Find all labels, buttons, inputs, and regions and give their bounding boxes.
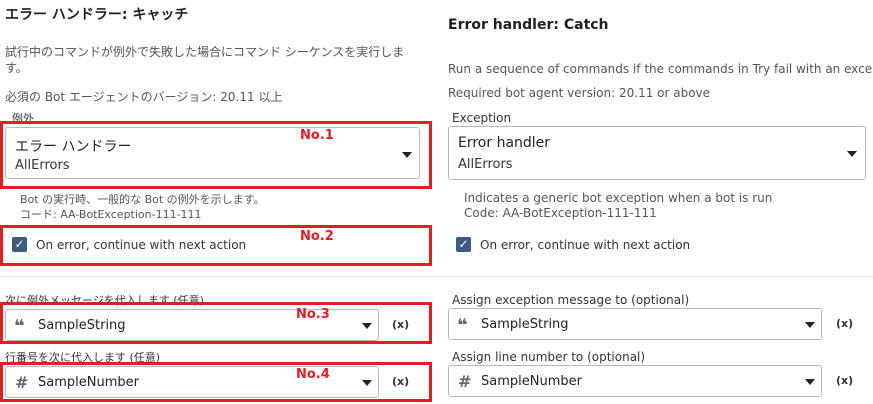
hint-line2-ja: コード: AA-BotException-111-111 bbox=[20, 208, 202, 221]
exception-label-en: Exception bbox=[452, 111, 512, 125]
section-divider bbox=[0, 276, 873, 277]
annotation-label-4: No.4 bbox=[296, 367, 330, 382]
annotation-label-3: No.3 bbox=[296, 307, 330, 322]
hint-line2-en: Code: AA-BotException-111-111 bbox=[464, 206, 657, 220]
insert-variable-button[interactable]: (x) bbox=[836, 374, 853, 387]
caret-down-icon bbox=[805, 322, 815, 328]
description-en: Run a sequence of commands if the comman… bbox=[448, 62, 873, 76]
page-title-en: Error handler: Catch bbox=[448, 17, 609, 33]
assign-msg-label-en: Assign exception message to (optional) bbox=[452, 293, 690, 307]
exception-sub-value: AllErrors bbox=[458, 157, 513, 172]
description-ja: 試行中のコマンドが例外で失敗した場合にコマンド シーケンスを実行しま す。 bbox=[5, 45, 405, 75]
annotation-label-1: No.1 bbox=[300, 128, 334, 143]
hint-line1-ja: Bot の実行時、一般的な Bot の例外を示します。 bbox=[20, 193, 265, 206]
annotation-box-2 bbox=[0, 225, 432, 266]
assign-line-select-en[interactable]: # SampleNumber bbox=[448, 365, 822, 397]
caret-down-icon bbox=[805, 379, 815, 385]
quote-icon: ❝ bbox=[457, 315, 468, 336]
assign-msg-select-en[interactable]: ❝ SampleString bbox=[448, 308, 822, 340]
assign-msg-value: SampleString bbox=[481, 317, 569, 332]
caret-down-icon bbox=[847, 151, 857, 157]
exception-value: Error handler bbox=[458, 135, 551, 151]
continue-checkbox-en[interactable]: ✓ bbox=[456, 237, 471, 252]
required-version-ja: 必須の Bot エージェントのバージョン: 20.11 以上 bbox=[5, 90, 283, 104]
hint-line1-en: Indicates a generic bot exception when a… bbox=[464, 191, 773, 205]
hash-icon: # bbox=[458, 372, 472, 391]
annotation-box-4 bbox=[0, 362, 432, 402]
checkbox-label-en: On error, continue with next action bbox=[480, 238, 691, 252]
required-version-en: Required bot agent version: 20.11 or abo… bbox=[448, 86, 711, 100]
annotation-label-2: No.2 bbox=[300, 229, 334, 244]
annotation-box-3 bbox=[0, 302, 432, 344]
page-title-ja: エラー ハンドラー: キャッチ bbox=[5, 7, 189, 23]
exception-dropdown-en[interactable]: Error handler AllErrors bbox=[448, 126, 866, 180]
assign-line-label-en: Assign line number to (optional) bbox=[452, 350, 646, 364]
insert-variable-button[interactable]: (x) bbox=[836, 317, 853, 330]
annotation-box-1 bbox=[0, 121, 432, 189]
assign-line-value: SampleNumber bbox=[481, 374, 582, 389]
